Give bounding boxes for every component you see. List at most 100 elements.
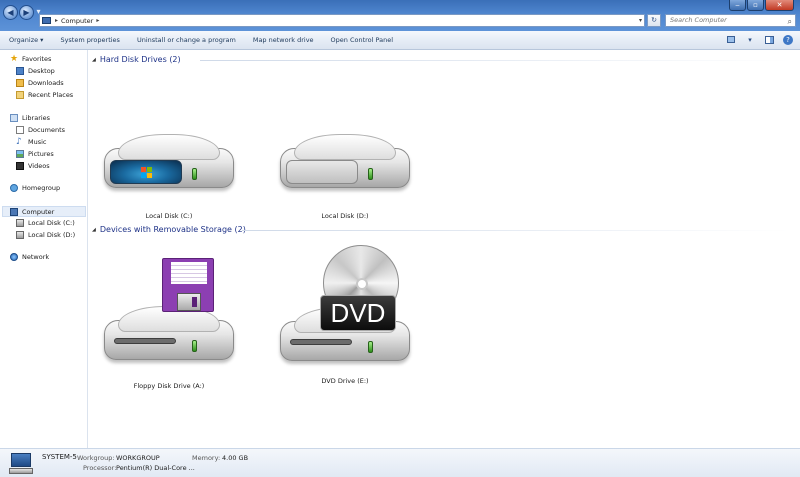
floppy-label [171, 262, 207, 284]
drive-tile-floppy[interactable]: Floppy Disk Drive (A:) [94, 250, 244, 390]
minimize-button[interactable]: ‒ [729, 0, 746, 11]
view-icon [727, 36, 735, 43]
help-icon: ? [783, 34, 793, 45]
workgroup-value: WORKGROUP [116, 454, 160, 462]
maximize-button[interactable]: ▫ [747, 0, 764, 11]
hard-drive-icon [280, 134, 410, 190]
collapse-icon[interactable]: ◢ [92, 57, 96, 63]
search-placeholder: Search Computer [670, 16, 727, 24]
drive-icon [16, 219, 24, 227]
drive-label: Floppy Disk Drive (A:) [133, 382, 205, 390]
address-bar[interactable]: ▸ Computer ▸ ▾ [39, 14, 645, 27]
nav-label: Favorites [22, 55, 52, 63]
breadcrumb-computer[interactable]: Computer [61, 17, 93, 25]
search-icon[interactable]: ⌕ [788, 16, 792, 27]
view-tools: ▾ ? [718, 34, 794, 45]
preview-pane-button[interactable] [763, 34, 775, 45]
homegroup-icon [10, 184, 18, 192]
drive-top [118, 134, 220, 160]
group-divider [242, 230, 790, 231]
nav-libraries[interactable]: Libraries [10, 114, 50, 122]
nav-label: Music [28, 138, 47, 146]
back-button[interactable]: ◀ [3, 5, 18, 20]
nav-computer[interactable]: Computer [2, 206, 86, 217]
drive-slot [114, 338, 176, 344]
computer-name: SYSTEM-5 [42, 453, 77, 461]
nav-label: Homegroup [22, 184, 61, 192]
group-divider [200, 60, 790, 61]
nav-local-disk-c[interactable]: Local Disk (C:) [16, 219, 75, 227]
collapse-icon[interactable]: ◢ [92, 227, 96, 233]
nav-label: Pictures [28, 150, 54, 158]
nav-favorites[interactable]: ★ Favorites [10, 54, 52, 64]
network-icon [10, 253, 18, 261]
activity-led [192, 340, 197, 352]
uninstall-program-button[interactable]: Uninstall or change a program [137, 36, 236, 44]
title-bar: ◀ ▶ ▾ ▸ Computer ▸ ▾ ↻ Search Computer ⌕… [0, 0, 800, 31]
desktop-icon [16, 67, 24, 75]
nav-label: Videos [28, 162, 50, 170]
videos-icon [16, 162, 24, 170]
close-button[interactable]: ✕ [765, 0, 794, 11]
nav-label: Network [22, 253, 50, 261]
address-dropdown-icon[interactable]: ▾ [639, 17, 642, 24]
hard-drive-icon [104, 134, 234, 190]
nav-downloads[interactable]: Downloads [16, 79, 64, 87]
map-network-drive-button[interactable]: Map network drive [253, 36, 314, 44]
memory-label: Memory: [192, 454, 221, 462]
workgroup-label: Workgroup: [77, 454, 115, 462]
nav-videos[interactable]: Videos [16, 162, 50, 170]
nav-recent-places[interactable]: Recent Places [16, 91, 73, 99]
drive-label: Local Disk (C:) [145, 212, 193, 220]
change-view-button[interactable] [725, 34, 737, 45]
nav-buttons: ◀ ▶ ▾ [3, 5, 43, 20]
system-properties-button[interactable]: System properties [60, 36, 119, 44]
floppy-drive-icon [104, 306, 234, 362]
group-title: Hard Disk Drives (2) [99, 55, 181, 64]
content-area: ◢ Hard Disk Drives (2) Local Disk (C:) L… [89, 50, 800, 448]
floppy-shutter [177, 293, 201, 311]
nav-label: Documents [28, 126, 66, 134]
processor-value: Pentium(R) Dual-Core ... [116, 464, 195, 472]
activity-led [192, 168, 197, 180]
nav-pictures[interactable]: Pictures [16, 150, 54, 158]
recent-places-icon [16, 91, 24, 99]
floppy-disk-icon [162, 258, 214, 312]
nav-label: Libraries [22, 114, 51, 122]
drive-tile-c[interactable]: Local Disk (C:) [94, 80, 244, 220]
drive-tile-d[interactable]: Local Disk (D:) [270, 80, 420, 220]
nav-desktop[interactable]: Desktop [16, 67, 55, 75]
breadcrumb-separator[interactable]: ▸ [55, 17, 58, 24]
windows-logo-icon [141, 167, 153, 179]
downloads-icon [16, 79, 24, 87]
nav-homegroup[interactable]: Homegroup [10, 184, 60, 192]
nav-label: Local Disk (C:) [28, 219, 75, 227]
star-icon: ★ [10, 54, 19, 64]
window-controls: ‒ ▫ ✕ [728, 0, 794, 11]
details-pane: SYSTEM-5 Workgroup: WORKGROUP Memory: 4.… [0, 448, 800, 477]
group-header-hard-disks[interactable]: ◢ Hard Disk Drives (2) [92, 55, 790, 64]
nav-label: Desktop [28, 67, 55, 75]
command-bar: Organize ▾ System properties Uninstall o… [0, 31, 800, 50]
nav-network[interactable]: Network [10, 253, 49, 261]
help-button[interactable]: ? [782, 34, 794, 45]
nav-documents[interactable]: Documents [16, 126, 65, 134]
drive-slot [290, 339, 352, 345]
open-control-panel-button[interactable]: Open Control Panel [331, 36, 394, 44]
memory-value: 4.00 GB [222, 454, 249, 462]
search-input[interactable]: Search Computer ⌕ [665, 14, 796, 27]
activity-led [368, 168, 373, 180]
view-options-dropdown[interactable]: ▾ [744, 34, 756, 45]
nav-label: Computer [22, 207, 55, 216]
nav-music[interactable]: ♪ Music [16, 138, 47, 147]
processor-label: Processor: [83, 464, 117, 472]
forward-button[interactable]: ▶ [19, 5, 34, 20]
nav-local-disk-d[interactable]: Local Disk (D:) [16, 231, 75, 239]
organize-button[interactable]: Organize ▾ [9, 36, 43, 44]
preview-pane-icon [764, 35, 774, 44]
refresh-button[interactable]: ↻ [647, 14, 661, 27]
breadcrumb-separator[interactable]: ▸ [96, 17, 99, 24]
drive-tile-dvd[interactable]: DVD DVD Drive (E:) [270, 245, 420, 385]
drive-top [294, 134, 396, 160]
group-header-removable[interactable]: ◢ Devices with Removable Storage (2) [92, 225, 790, 234]
